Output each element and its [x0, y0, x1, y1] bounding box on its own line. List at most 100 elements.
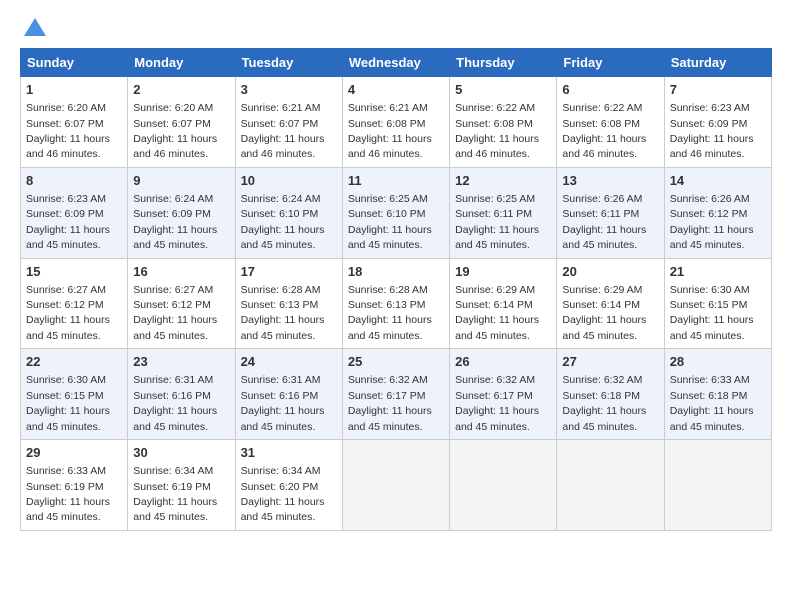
day-info: Sunrise: 6:23 AMSunset: 6:09 PMDaylight:… [670, 102, 754, 160]
empty-cell [557, 440, 664, 531]
day-cell-11: 11 Sunrise: 6:25 AMSunset: 6:10 PMDayligh… [342, 167, 449, 258]
col-header-monday: Monday [128, 49, 235, 77]
day-info: Sunrise: 6:23 AMSunset: 6:09 PMDaylight:… [26, 193, 110, 251]
day-cell-7: 7 Sunrise: 6:23 AMSunset: 6:09 PMDaylight… [664, 77, 771, 168]
day-number: 20 [562, 263, 658, 281]
day-info: Sunrise: 6:34 AMSunset: 6:19 PMDaylight:… [133, 465, 217, 523]
day-cell-22: 22Sunrise: 6:30 AMSunset: 6:15 PMDayligh… [21, 349, 128, 440]
day-cell-26: 26 Sunrise: 6:32 AMSunset: 6:17 PMDayligh… [450, 349, 557, 440]
day-info: Sunrise: 6:31 AMSunset: 6:16 PMDaylight:… [133, 374, 217, 432]
day-cell-24: 24 Sunrise: 6:31 AMSunset: 6:16 PMDayligh… [235, 349, 342, 440]
day-number: 17 [241, 263, 337, 281]
day-number: 3 [241, 81, 337, 99]
day-info: Sunrise: 6:24 AMSunset: 6:09 PMDaylight:… [133, 193, 217, 251]
day-cell-1: 1 Sunrise: 6:20 AMSunset: 6:07 PMDaylight… [21, 77, 128, 168]
day-number: 9 [133, 172, 229, 190]
day-cell-6: 6 Sunrise: 6:22 AMSunset: 6:08 PMDaylight… [557, 77, 664, 168]
day-cell-18: 18 Sunrise: 6:28 AMSunset: 6:13 PMDayligh… [342, 258, 449, 349]
col-header-tuesday: Tuesday [235, 49, 342, 77]
day-number: 6 [562, 81, 658, 99]
day-number: 7 [670, 81, 766, 99]
empty-cell [664, 440, 771, 531]
day-info: Sunrise: 6:26 AMSunset: 6:11 PMDaylight:… [562, 193, 646, 251]
day-info: Sunrise: 6:21 AMSunset: 6:08 PMDaylight:… [348, 102, 432, 160]
day-info: Sunrise: 6:32 AMSunset: 6:17 PMDaylight:… [455, 374, 539, 432]
day-info: Sunrise: 6:30 AMSunset: 6:15 PMDaylight:… [670, 284, 754, 342]
day-info: Sunrise: 6:33 AMSunset: 6:19 PMDaylight:… [26, 465, 110, 523]
day-number: 19 [455, 263, 551, 281]
col-header-wednesday: Wednesday [342, 49, 449, 77]
day-info: Sunrise: 6:29 AMSunset: 6:14 PMDaylight:… [455, 284, 539, 342]
empty-cell [342, 440, 449, 531]
day-cell-10: 10 Sunrise: 6:24 AMSunset: 6:10 PMDayligh… [235, 167, 342, 258]
day-info: Sunrise: 6:20 AMSunset: 6:07 PMDaylight:… [133, 102, 217, 160]
day-cell-2: 2 Sunrise: 6:20 AMSunset: 6:07 PMDaylight… [128, 77, 235, 168]
calendar-table: SundayMondayTuesdayWednesdayThursdayFrid… [20, 48, 772, 531]
day-info: Sunrise: 6:34 AMSunset: 6:20 PMDaylight:… [241, 465, 325, 523]
day-info: Sunrise: 6:28 AMSunset: 6:13 PMDaylight:… [348, 284, 432, 342]
day-number: 23 [133, 353, 229, 371]
day-cell-20: 20Sunrise: 6:29 AMSunset: 6:14 PMDayligh… [557, 258, 664, 349]
day-cell-16: 16 Sunrise: 6:27 AMSunset: 6:12 PMDayligh… [128, 258, 235, 349]
day-cell-31: 31Sunrise: 6:34 AMSunset: 6:20 PMDayligh… [235, 440, 342, 531]
day-number: 1 [26, 81, 122, 99]
day-number: 24 [241, 353, 337, 371]
day-cell-8: 8 Sunrise: 6:23 AMSunset: 6:09 PMDaylight… [21, 167, 128, 258]
day-number: 4 [348, 81, 444, 99]
day-number: 22 [26, 353, 122, 371]
day-info: Sunrise: 6:32 AMSunset: 6:17 PMDaylight:… [348, 374, 432, 432]
day-info: Sunrise: 6:33 AMSunset: 6:18 PMDaylight:… [670, 374, 754, 432]
day-info: Sunrise: 6:27 AMSunset: 6:12 PMDaylight:… [133, 284, 217, 342]
col-header-saturday: Saturday [664, 49, 771, 77]
day-info: Sunrise: 6:25 AMSunset: 6:11 PMDaylight:… [455, 193, 539, 251]
day-info: Sunrise: 6:26 AMSunset: 6:12 PMDaylight:… [670, 193, 754, 251]
day-cell-12: 12 Sunrise: 6:25 AMSunset: 6:11 PMDayligh… [450, 167, 557, 258]
day-cell-14: 14 Sunrise: 6:26 AMSunset: 6:12 PMDayligh… [664, 167, 771, 258]
logo [20, 20, 46, 38]
day-cell-13: 13 Sunrise: 6:26 AMSunset: 6:11 PMDayligh… [557, 167, 664, 258]
day-info: Sunrise: 6:21 AMSunset: 6:07 PMDaylight:… [241, 102, 325, 160]
day-cell-4: 4 Sunrise: 6:21 AMSunset: 6:08 PMDaylight… [342, 77, 449, 168]
col-header-thursday: Thursday [450, 49, 557, 77]
day-info: Sunrise: 6:24 AMSunset: 6:10 PMDaylight:… [241, 193, 325, 251]
day-cell-23: 23 Sunrise: 6:31 AMSunset: 6:16 PMDayligh… [128, 349, 235, 440]
day-info: Sunrise: 6:28 AMSunset: 6:13 PMDaylight:… [241, 284, 325, 342]
day-number: 11 [348, 172, 444, 190]
day-cell-25: 25 Sunrise: 6:32 AMSunset: 6:17 PMDayligh… [342, 349, 449, 440]
day-number: 25 [348, 353, 444, 371]
day-info: Sunrise: 6:22 AMSunset: 6:08 PMDaylight:… [562, 102, 646, 160]
day-info: Sunrise: 6:32 AMSunset: 6:18 PMDaylight:… [562, 374, 646, 432]
day-info: Sunrise: 6:31 AMSunset: 6:16 PMDaylight:… [241, 374, 325, 432]
day-cell-15: 15 Sunrise: 6:27 AMSunset: 6:12 PMDayligh… [21, 258, 128, 349]
day-cell-21: 21 Sunrise: 6:30 AMSunset: 6:15 PMDayligh… [664, 258, 771, 349]
day-info: Sunrise: 6:22 AMSunset: 6:08 PMDaylight:… [455, 102, 539, 160]
day-cell-28: 28Sunrise: 6:33 AMSunset: 6:18 PMDayligh… [664, 349, 771, 440]
day-number: 15 [26, 263, 122, 281]
day-number: 2 [133, 81, 229, 99]
day-info: Sunrise: 6:25 AMSunset: 6:10 PMDaylight:… [348, 193, 432, 251]
day-number: 26 [455, 353, 551, 371]
day-number: 10 [241, 172, 337, 190]
day-number: 16 [133, 263, 229, 281]
day-number: 13 [562, 172, 658, 190]
day-cell-9: 9 Sunrise: 6:24 AMSunset: 6:09 PMDaylight… [128, 167, 235, 258]
col-header-sunday: Sunday [21, 49, 128, 77]
day-number: 30 [133, 444, 229, 462]
day-cell-27: 27 Sunrise: 6:32 AMSunset: 6:18 PMDayligh… [557, 349, 664, 440]
day-cell-3: 3 Sunrise: 6:21 AMSunset: 6:07 PMDaylight… [235, 77, 342, 168]
day-number: 14 [670, 172, 766, 190]
day-number: 18 [348, 263, 444, 281]
day-number: 21 [670, 263, 766, 281]
day-number: 29 [26, 444, 122, 462]
day-number: 8 [26, 172, 122, 190]
day-number: 5 [455, 81, 551, 99]
day-number: 12 [455, 172, 551, 190]
day-cell-29: 29 Sunrise: 6:33 AMSunset: 6:19 PMDayligh… [21, 440, 128, 531]
day-cell-17: 17 Sunrise: 6:28 AMSunset: 6:13 PMDayligh… [235, 258, 342, 349]
day-info: Sunrise: 6:27 AMSunset: 6:12 PMDaylight:… [26, 284, 110, 342]
day-cell-30: 30 Sunrise: 6:34 AMSunset: 6:19 PMDayligh… [128, 440, 235, 531]
day-number: 27 [562, 353, 658, 371]
day-cell-19: 19 Sunrise: 6:29 AMSunset: 6:14 PMDayligh… [450, 258, 557, 349]
day-info: Sunrise: 6:20 AMSunset: 6:07 PMDaylight:… [26, 102, 110, 160]
day-cell-5: 5 Sunrise: 6:22 AMSunset: 6:08 PMDaylight… [450, 77, 557, 168]
